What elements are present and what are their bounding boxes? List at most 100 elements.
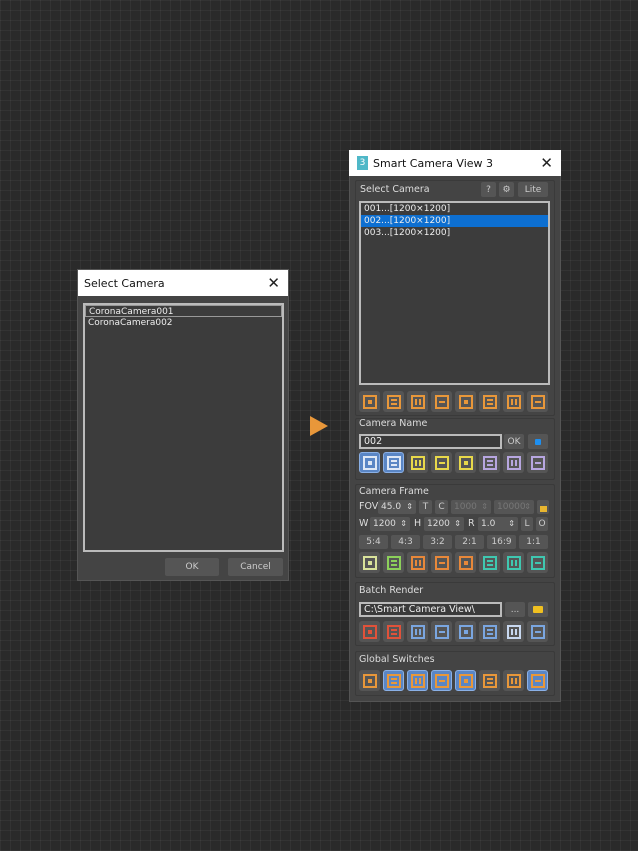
list-item[interactable]: CoronaCamera001 — [85, 305, 282, 317]
render-dots-button[interactable] — [383, 621, 404, 642]
safe-rows-button[interactable] — [431, 552, 452, 573]
color-picker-button[interactable] — [528, 434, 548, 449]
align-top-button[interactable] — [527, 452, 548, 473]
camera-n-button[interactable] — [383, 391, 404, 412]
open-folder-button[interactable] — [528, 602, 548, 617]
close-icon[interactable]: ✕ — [267, 274, 280, 292]
height-spinner[interactable]: 1200 ⇕ — [424, 517, 464, 531]
switch-cross-button[interactable] — [503, 670, 524, 691]
fov-spinner[interactable]: 45.0 ⇕ — [378, 500, 416, 514]
lock-button[interactable] — [537, 500, 549, 514]
guide-fine-icon — [530, 555, 545, 570]
camera-name-ok-button[interactable]: OK — [504, 434, 524, 449]
aspect-ratio-button[interactable]: 3:2 — [423, 535, 452, 549]
corner-left-button[interactable] — [527, 391, 548, 412]
clip-button[interactable]: C — [435, 500, 448, 514]
safe-columns-button[interactable] — [455, 552, 476, 573]
cancel-button[interactable]: Cancel — [228, 558, 283, 576]
split-horizontal-button[interactable] — [383, 452, 404, 473]
switch-bar-button[interactable] — [359, 670, 380, 691]
list-item[interactable]: 001...[1200×1200] — [361, 203, 548, 215]
list-item-selected[interactable]: 002...[1200×1200] — [361, 215, 548, 227]
camera-list[interactable]: 001...[1200×1200] 002...[1200×1200] 003.… — [359, 201, 550, 385]
corner-bottom-button[interactable] — [479, 391, 500, 412]
ratio-spinner[interactable]: 1.0 ⇕ — [478, 517, 518, 531]
aspect-ratio-button[interactable]: 16:9 — [487, 535, 516, 549]
select-camera-label: Select Camera — [360, 184, 430, 195]
camera-name-input[interactable]: 002 — [359, 434, 502, 449]
aspect-ratio-button[interactable]: 5:4 — [359, 535, 388, 549]
camera-r-icon — [410, 394, 425, 409]
camera-r-button[interactable] — [407, 391, 428, 412]
list-item[interactable]: 003...[1200×1200] — [361, 227, 548, 239]
render-list-button[interactable] — [431, 621, 452, 642]
frame-center-button[interactable] — [407, 452, 428, 473]
fov-label: FOV — [359, 501, 379, 512]
split-vertical-button[interactable] — [359, 452, 380, 473]
switch-film-icon — [530, 673, 545, 688]
clip-far-spinner[interactable]: 10000 ⇕ — [494, 500, 534, 514]
switch-grid-button[interactable] — [479, 670, 500, 691]
pillar-button[interactable] — [503, 391, 524, 412]
camera-a-button[interactable] — [359, 391, 380, 412]
orientation-button[interactable]: O — [536, 517, 548, 531]
guide-dots-button[interactable] — [479, 552, 500, 573]
aspect-ratio-button[interactable]: 4:3 — [391, 535, 420, 549]
global-switches-toolbar — [359, 670, 548, 691]
camera-frame-toolbar — [359, 552, 548, 573]
batch-render-toolbar — [359, 621, 548, 642]
close-icon[interactable]: ✕ — [540, 154, 553, 172]
render-dotted-icon — [530, 624, 545, 639]
frame-rows-button[interactable] — [431, 452, 452, 473]
guide-fine-button[interactable] — [527, 552, 548, 573]
ok-button[interactable]: OK — [165, 558, 219, 576]
grid-plus-button[interactable] — [359, 552, 380, 573]
frame-columns-button[interactable] — [455, 452, 476, 473]
render-region-button[interactable] — [359, 621, 380, 642]
frame-center-icon — [410, 455, 425, 470]
switch-film-button[interactable] — [527, 670, 548, 691]
render-strip-button[interactable] — [407, 621, 428, 642]
align-left-button[interactable] — [503, 452, 524, 473]
bars-button[interactable] — [383, 552, 404, 573]
list-item[interactable]: CoronaCamera002 — [85, 317, 282, 329]
render-tiles-button[interactable] — [479, 621, 500, 642]
switch-frame-button[interactable] — [455, 670, 476, 691]
camera-list[interactable]: CoronaCamera001 CoronaCamera002 — [83, 303, 284, 552]
camera-actions-toolbar — [359, 391, 548, 412]
switch-corners-button[interactable] — [407, 670, 428, 691]
render-lines-button[interactable] — [503, 621, 524, 642]
help-button[interactable]: ? — [481, 182, 496, 197]
render-dotted-button[interactable] — [527, 621, 548, 642]
lock-icon — [539, 505, 547, 512]
target-button[interactable]: T — [419, 500, 432, 514]
clip-near-spinner[interactable]: 1000 ⇕ — [451, 500, 491, 514]
settings-button[interactable]: ⚙ — [499, 182, 514, 197]
align-left-icon — [506, 455, 521, 470]
aspect-ratio-button[interactable]: 2:1 — [455, 535, 484, 549]
corner-top-button[interactable] — [455, 391, 476, 412]
guide-dots-icon — [482, 555, 497, 570]
switch-split-button[interactable] — [383, 670, 404, 691]
width-spinner[interactable]: 1200 ⇕ — [370, 517, 410, 531]
guide-grid-button[interactable] — [503, 552, 524, 573]
frame-columns-icon — [458, 455, 473, 470]
align-center-button[interactable] — [479, 452, 500, 473]
switch-corners-icon — [410, 673, 425, 688]
camera-a-icon — [362, 394, 377, 409]
render-calendar-button[interactable] — [455, 621, 476, 642]
camera-v-button[interactable] — [431, 391, 452, 412]
pillar-icon — [506, 394, 521, 409]
ratio-label: R — [468, 518, 475, 529]
browse-button[interactable]: ... — [505, 602, 525, 617]
switch-columns-button[interactable] — [431, 670, 452, 691]
split-vertical-icon — [362, 455, 377, 470]
safe-frame-button[interactable] — [407, 552, 428, 573]
output-path-input[interactable]: C:\Smart Camera View\ — [359, 602, 502, 617]
landscape-button[interactable]: L — [521, 517, 533, 531]
lite-button[interactable]: Lite — [518, 182, 548, 197]
safe-columns-icon — [458, 555, 473, 570]
render-lines-icon — [506, 624, 521, 639]
aspect-ratio-button[interactable]: 1:1 — [519, 535, 548, 549]
switch-cross-icon — [506, 673, 521, 688]
